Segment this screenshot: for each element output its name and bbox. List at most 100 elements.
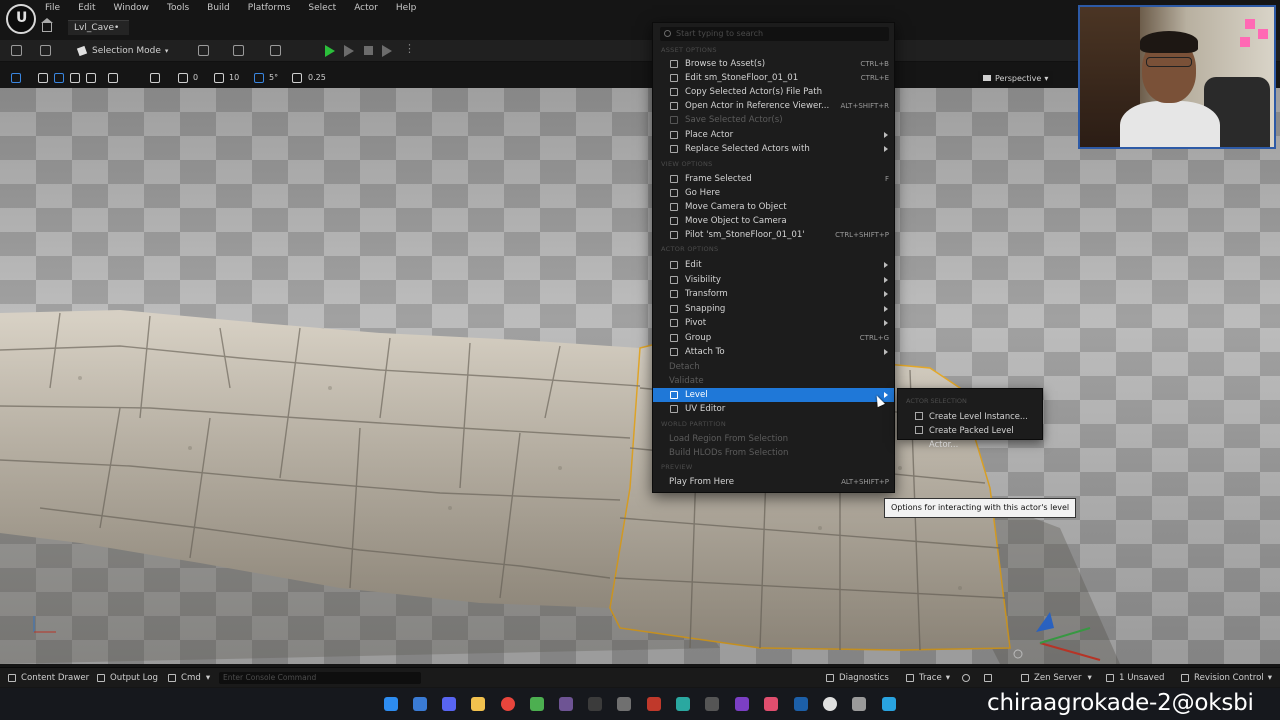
windows-start-icon[interactable] bbox=[384, 697, 398, 711]
diagnostics-button[interactable]: Diagnostics bbox=[826, 672, 889, 684]
cmd-dropdown[interactable]: Cmd ▾ bbox=[168, 672, 210, 684]
menu-move-camera[interactable]: Move Camera to Object bbox=[653, 200, 894, 214]
level-tab[interactable]: Lvl_Cave• bbox=[68, 19, 130, 35]
menu-frame-selected[interactable]: Frame Selected F bbox=[653, 172, 894, 186]
chrome-icon[interactable] bbox=[501, 697, 515, 711]
menu-visibility[interactable]: Visibility bbox=[653, 273, 894, 287]
menu-tools[interactable]: Tools bbox=[158, 2, 198, 16]
level-viewport[interactable] bbox=[0, 88, 1280, 664]
snipping-icon[interactable] bbox=[617, 697, 631, 711]
menu-edit[interactable]: Edit bbox=[69, 2, 104, 16]
viewport-options-icon[interactable] bbox=[11, 73, 21, 83]
play-icon[interactable] bbox=[325, 45, 335, 57]
trace-label: Trace bbox=[919, 673, 942, 683]
rotation-snap-value[interactable]: 0 bbox=[193, 73, 198, 82]
menu-create-level-instance[interactable]: Create Level Instance... bbox=[898, 409, 1042, 423]
translate-tool-icon[interactable] bbox=[54, 73, 64, 83]
menu-uv-editor-label: UV Editor bbox=[685, 404, 726, 414]
blueprint-icon[interactable] bbox=[233, 45, 244, 56]
scale-tool-icon[interactable] bbox=[86, 73, 96, 83]
app-icon[interactable] bbox=[852, 697, 866, 711]
menu-level[interactable]: Level bbox=[653, 388, 894, 402]
context-search-input[interactable]: Start typing to search bbox=[660, 27, 889, 41]
menu-edit-asset[interactable]: Edit sm_StoneFloor_01_01 CTRL+E bbox=[653, 71, 894, 85]
menu-replace-actors[interactable]: Replace Selected Actors with bbox=[653, 142, 894, 156]
menu-select[interactable]: Select bbox=[299, 2, 345, 16]
menu-place-actor[interactable]: Place Actor bbox=[653, 128, 894, 142]
edge-icon[interactable] bbox=[413, 697, 427, 711]
menu-help[interactable]: Help bbox=[387, 2, 426, 16]
menu-actor[interactable]: Actor bbox=[345, 2, 387, 16]
rotation-snap-toggle-icon[interactable] bbox=[178, 73, 188, 83]
menu-file[interactable]: File bbox=[36, 2, 69, 16]
menu-create-packed-level-actor[interactable]: Create Packed Level Actor... bbox=[898, 423, 1042, 449]
add-actor-icon[interactable] bbox=[198, 45, 209, 56]
unreal-logo-icon[interactable]: U bbox=[6, 4, 36, 34]
menu-open-reference-viewer[interactable]: Open Actor in Reference Viewer... ALT+SH… bbox=[653, 99, 894, 113]
revision-control-button[interactable]: Revision Control ▾ bbox=[1181, 672, 1272, 684]
coordinate-space-icon[interactable] bbox=[108, 73, 118, 83]
angle-snap-value[interactable]: 5° bbox=[269, 73, 278, 82]
stone-floor-mesh[interactable] bbox=[0, 88, 1280, 664]
spreadsheet-icon[interactable] bbox=[530, 697, 544, 711]
trace-dropdown[interactable]: Trace ▾ bbox=[906, 672, 950, 684]
file-explorer-icon[interactable] bbox=[471, 697, 485, 711]
zen-server-button[interactable]: Zen Server ▾ bbox=[1021, 672, 1092, 684]
menu-platforms[interactable]: Platforms bbox=[239, 2, 300, 16]
menu-pilot[interactable]: Pilot 'sm_StoneFloor_01_01' CTRL+SHIFT+P bbox=[653, 228, 894, 242]
output-log-button[interactable]: Output Log bbox=[97, 672, 158, 684]
menu-group[interactable]: Group CTRL+G bbox=[653, 331, 894, 345]
menu-copy-path-label: Copy Selected Actor(s) File Path bbox=[685, 87, 823, 97]
discord-icon[interactable] bbox=[442, 697, 456, 711]
surface-snap-icon[interactable] bbox=[150, 73, 160, 83]
scale-snap-icon[interactable] bbox=[292, 73, 302, 83]
more-options-icon[interactable]: ⋮ bbox=[404, 43, 415, 54]
console-command-input[interactable]: Enter Console Command bbox=[219, 672, 421, 684]
github-icon[interactable] bbox=[559, 697, 573, 711]
rotate-tool-icon[interactable] bbox=[70, 73, 80, 83]
stop-icon[interactable] bbox=[364, 46, 373, 55]
menu-attach-to[interactable]: Attach To bbox=[653, 345, 894, 359]
app-icon[interactable] bbox=[764, 697, 778, 711]
terminal-app-icon[interactable] bbox=[588, 697, 602, 711]
perspective-dropdown[interactable]: Perspective ▾ bbox=[978, 71, 1054, 85]
menu-transform[interactable]: Transform bbox=[653, 287, 894, 301]
menu-edit[interactable]: Edit bbox=[653, 258, 894, 272]
angle-snap-icon[interactable] bbox=[254, 73, 264, 83]
menu-play-from-here[interactable]: Play From Here ALT+SHIFT+P bbox=[653, 475, 894, 489]
scale-snap-value[interactable]: 0.25 bbox=[308, 73, 326, 82]
menu-move-object[interactable]: Move Object to Camera bbox=[653, 214, 894, 228]
step-icon[interactable] bbox=[344, 45, 354, 57]
menu-window[interactable]: Window bbox=[105, 2, 159, 16]
cinematics-icon[interactable] bbox=[270, 45, 281, 56]
visual-studio-icon[interactable] bbox=[735, 697, 749, 711]
menu-pivot[interactable]: Pivot bbox=[653, 316, 894, 330]
menu-copy-file-path[interactable]: Copy Selected Actor(s) File Path bbox=[653, 85, 894, 99]
unreal-engine-icon[interactable] bbox=[823, 697, 837, 711]
app-icon[interactable] bbox=[882, 697, 896, 711]
grid-snap-value[interactable]: 10 bbox=[229, 73, 239, 82]
content-drawer-label: Content Drawer bbox=[21, 673, 90, 683]
media-icon[interactable] bbox=[647, 697, 661, 711]
menu-browse-to-asset[interactable]: Browse to Asset(s) CTRL+B bbox=[653, 57, 894, 71]
menu-go-here[interactable]: Go Here bbox=[653, 186, 894, 200]
save-icon[interactable] bbox=[11, 45, 22, 56]
photoshop-icon[interactable] bbox=[794, 697, 808, 711]
record-button[interactable] bbox=[962, 672, 975, 684]
store-icon[interactable] bbox=[676, 697, 690, 711]
snapping-icon bbox=[670, 305, 678, 313]
home-icon[interactable] bbox=[41, 17, 53, 32]
content-drawer-button[interactable]: Content Drawer bbox=[8, 672, 89, 684]
snapshot-icon bbox=[984, 674, 992, 682]
menu-uv-editor[interactable]: UV Editor bbox=[653, 402, 894, 416]
selection-mode-dropdown[interactable]: Selection Mode ▾ bbox=[76, 43, 168, 59]
source-control-icon[interactable] bbox=[40, 45, 51, 56]
menu-snapping[interactable]: Snapping bbox=[653, 302, 894, 316]
snapshot-button[interactable] bbox=[984, 672, 997, 684]
menu-build[interactable]: Build bbox=[198, 2, 239, 16]
eject-icon[interactable] bbox=[382, 45, 392, 57]
unsaved-button[interactable]: 1 Unsaved bbox=[1106, 672, 1165, 684]
select-tool-icon[interactable] bbox=[38, 73, 48, 83]
grid-snap-icon[interactable] bbox=[214, 73, 224, 83]
settings-icon[interactable] bbox=[705, 697, 719, 711]
